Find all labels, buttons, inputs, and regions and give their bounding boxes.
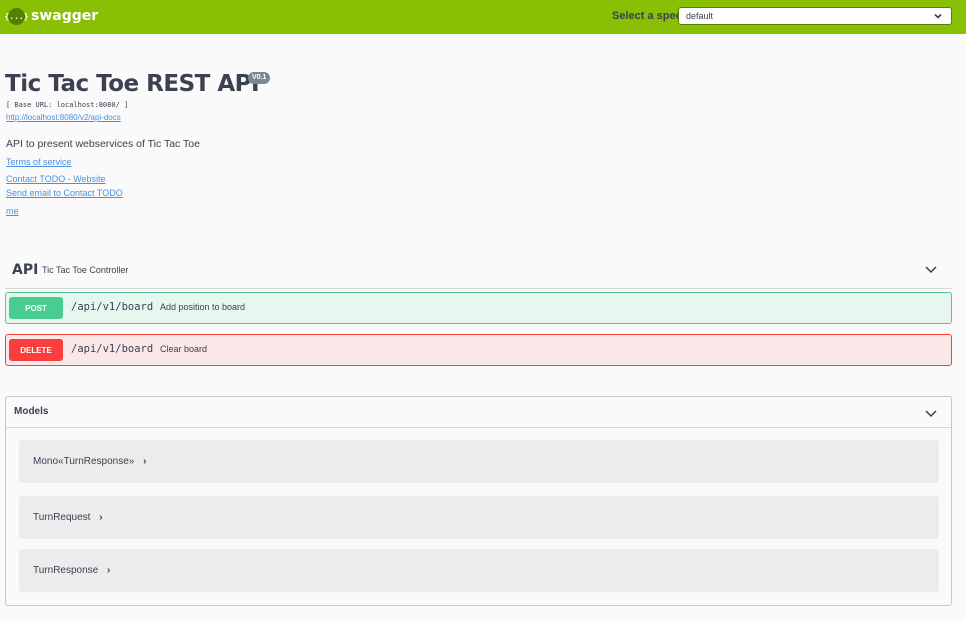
brand-name[interactable]: swagger [31,8,98,24]
operation-path: /api/v1/board [71,343,154,355]
method-badge-post: POST [9,297,63,319]
chevron-right-icon: › [107,565,111,576]
spec-select[interactable]: default [678,7,952,25]
models-section: Models Mono«TurnResponse» › TurnRequest … [5,396,952,606]
contact-website-link[interactable]: Contact TODO - Website [6,174,106,184]
tag-description: Tic Tac Toe Controller [42,265,129,275]
spec-select-label: Select a spec [612,10,682,22]
tag-name: API [12,262,39,278]
divider [6,427,951,428]
api-docs-link[interactable]: http://localhost:8080/v2/api-docs [6,113,121,122]
operation-summary: Clear board [160,344,208,354]
chevron-right-icon: › [143,456,147,467]
license-link[interactable]: me [6,206,19,216]
model-item[interactable]: TurnRequest › [19,496,939,539]
model-name-label: TurnResponse [33,565,99,576]
model-name: TurnRequest › [33,512,103,523]
operation-path: /api/v1/board [71,301,154,313]
swagger-logo-icon[interactable]: {...} [4,8,29,25]
contact-email-link[interactable]: Send email to Contact TODO [6,188,123,198]
model-item[interactable]: Mono«TurnResponse» › [19,440,939,483]
operation-summary: Add position to board [160,302,246,312]
base-url: [ Base URL: localhost:8080/ ] [6,101,129,109]
chevron-down-icon[interactable] [924,406,938,420]
models-title[interactable]: Models [14,406,48,417]
operation-delete-board[interactable]: DELETE /api/v1/board Clear board [5,334,952,366]
chevron-down-icon[interactable] [924,262,938,276]
version-badge: V0.1 [248,72,271,84]
api-tag-header[interactable]: API Tic Tac Toe Controller [5,253,952,289]
model-name: TurnResponse › [33,565,110,576]
model-name-label: Mono«TurnResponse» [33,456,135,467]
model-item[interactable]: TurnResponse › [19,549,939,592]
api-description: API to present webservices of Tic Tac To… [6,138,200,150]
page-title: Tic Tac Toe REST API [5,71,260,97]
operation-post-board[interactable]: POST /api/v1/board Add position to board [5,292,952,324]
model-name-label: TurnRequest [33,512,91,523]
chevron-down-icon [934,13,942,19]
topbar: {...} swagger Select a spec default [0,0,966,34]
model-name: Mono«TurnResponse» › [33,456,146,467]
spec-select-value: default [686,11,714,21]
chevron-right-icon: › [99,512,103,523]
terms-of-service-link[interactable]: Terms of service [6,157,72,167]
method-badge-delete: DELETE [9,339,63,361]
